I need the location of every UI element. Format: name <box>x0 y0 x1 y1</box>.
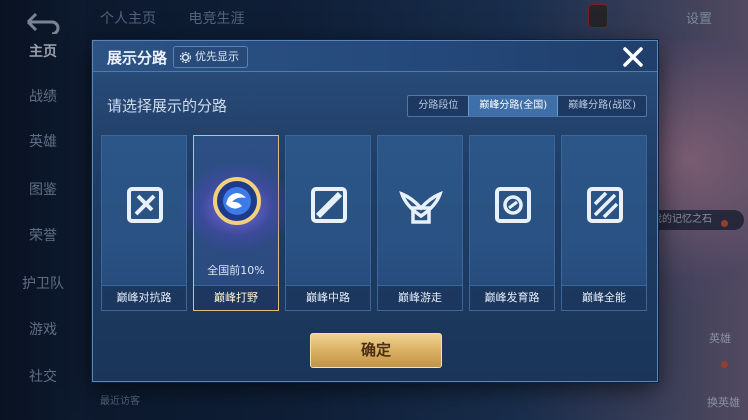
lane-card-label: 巅峰中路 <box>286 285 370 310</box>
dialog-subtitle: 请选择展示的分路 <box>107 97 228 115</box>
priority-display-button[interactable]: 优先显示 <box>173 46 248 68</box>
gear-icon <box>180 51 191 63</box>
all-round-icon <box>587 187 623 223</box>
lane-card-label: 巅峰打野 <box>194 285 278 310</box>
priority-display-label: 优先显示 <box>195 50 239 63</box>
lane-card-label: 巅峰全能 <box>562 285 646 310</box>
segment-lane-rank[interactable]: 分路段位 <box>408 96 468 116</box>
segment-peak-region[interactable]: 巅峰分路(战区) <box>558 96 646 116</box>
confirm-button[interactable]: 确定 <box>310 333 442 368</box>
segment-peak-national[interactable]: 巅峰分路(全国) <box>468 96 559 116</box>
lane-card-label: 巅峰游走 <box>378 285 462 310</box>
mid-lane-icon <box>311 187 347 223</box>
lane-card-allround[interactable]: 巅峰全能 <box>561 135 647 311</box>
lane-card-clash[interactable]: 巅峰对抗路 <box>101 135 187 311</box>
lane-card-label: 巅峰发育路 <box>470 285 554 310</box>
dialog-header: 展示分路 优先显示 <box>93 41 657 72</box>
lane-type-segmented-control: 分路段位 巅峰分路(全国) 巅峰分路(战区) <box>407 95 647 117</box>
close-icon[interactable] <box>619 43 647 71</box>
lane-card-label: 巅峰对抗路 <box>102 285 186 310</box>
display-lane-dialog: 展示分路 优先显示 请选择展示的分路 分路段位 巅峰分路(全国) 巅峰分路(战区… <box>92 40 658 382</box>
lane-card-mid[interactable]: 巅峰中路 <box>285 135 371 311</box>
dialog-title: 展示分路 <box>107 49 168 67</box>
lane-card-roam[interactable]: 巅峰游走 <box>377 135 463 311</box>
jungle-rank-text: 全国前10% <box>207 264 265 277</box>
roam-icon <box>399 190 443 224</box>
lane-card-farm[interactable]: 巅峰发育路 <box>469 135 555 311</box>
jungle-icon <box>213 177 261 225</box>
lane-card-jungle[interactable]: 全国前10% 巅峰打野 <box>180 135 294 311</box>
clash-lane-icon <box>127 187 163 223</box>
farm-lane-icon <box>495 187 531 223</box>
